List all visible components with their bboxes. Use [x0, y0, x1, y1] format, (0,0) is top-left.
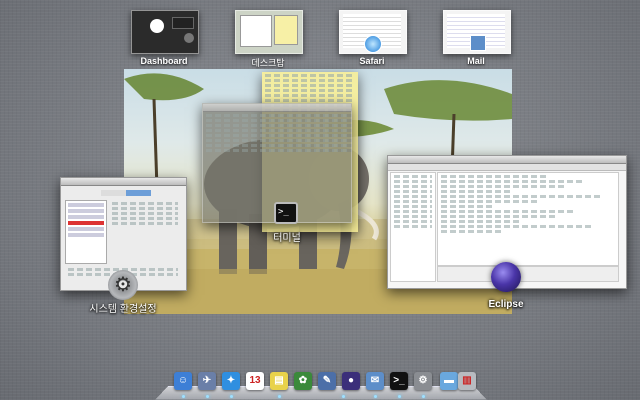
running-indicator — [230, 395, 233, 398]
space-desktop-thumbnail[interactable] — [235, 10, 303, 54]
space-label-dashboard: Dashboard — [140, 56, 188, 66]
eclipse-console — [437, 266, 619, 282]
space-label-safari: Safari — [359, 56, 385, 66]
running-indicator — [398, 395, 401, 398]
sysprefs-tabs — [101, 190, 151, 196]
widget-thumb — [150, 19, 164, 33]
sysprefs-titlebar[interactable] — [61, 178, 186, 186]
widget-thumb — [184, 33, 194, 43]
eclipse-icon[interactable]: ● — [342, 372, 360, 390]
space-mail-thumbnail[interactable] — [443, 10, 511, 54]
launchpad-icon[interactable]: ✈ — [198, 372, 216, 390]
eclipse-code-editor — [437, 172, 619, 266]
window-thumb — [240, 15, 272, 47]
stickies-icon[interactable]: ▤ — [270, 372, 288, 390]
terminal-app-icon[interactable]: >_ — [274, 202, 298, 224]
running-indicator — [182, 395, 185, 398]
space-dashboard-thumbnail[interactable] — [131, 10, 199, 54]
running-indicator — [342, 395, 345, 398]
mail-icon[interactable]: ✉ — [366, 372, 384, 390]
terminal-titlebar[interactable] — [203, 104, 351, 112]
safari-icon — [364, 35, 382, 53]
calendar-icon[interactable]: 13 — [246, 372, 264, 390]
eclipse-package-explorer — [390, 172, 436, 282]
eclipse-toolbar — [388, 164, 626, 171]
finder-icon[interactable]: ☺ — [174, 372, 192, 390]
space-label-desktop: 데스크탑 — [251, 58, 285, 68]
running-indicator — [206, 395, 209, 398]
system-prefs-icon[interactable]: ⚙ — [414, 372, 432, 390]
terminal-icon[interactable]: >_ — [390, 372, 408, 390]
trash-icon[interactable]: ▥ — [458, 372, 476, 390]
photo-icon[interactable]: ✿ — [294, 372, 312, 390]
space-safari-thumbnail[interactable] — [339, 10, 407, 54]
system-preferences-label: 시스템 환경설정 — [89, 304, 157, 315]
sysprefs-checklist — [109, 200, 181, 240]
dock[interactable]: ☺ ✈ ✦ 13 ▤ ✿ ✎ ● ✉ >_ ⚙ ▬ ▥ — [155, 366, 487, 400]
sysprefs-list — [65, 200, 107, 264]
safari-icon[interactable]: ✦ — [222, 372, 240, 390]
terminal-label: 터미널 — [273, 233, 301, 244]
xcode-icon[interactable]: ✎ — [318, 372, 336, 390]
window-thumb — [274, 15, 298, 45]
system-preferences-app-icon[interactable]: ⚙ — [108, 270, 138, 300]
eclipse-app-icon[interactable] — [491, 262, 521, 292]
running-indicator — [278, 395, 281, 398]
mail-icon — [470, 35, 486, 51]
space-label-mail: Mail — [467, 56, 485, 66]
running-indicator — [374, 395, 377, 398]
running-indicator — [422, 395, 425, 398]
folder-icon[interactable]: ▬ — [440, 372, 458, 390]
widget-thumb — [172, 17, 194, 29]
eclipse-label: Eclipse — [488, 299, 524, 310]
eclipse-titlebar[interactable] — [388, 156, 626, 164]
